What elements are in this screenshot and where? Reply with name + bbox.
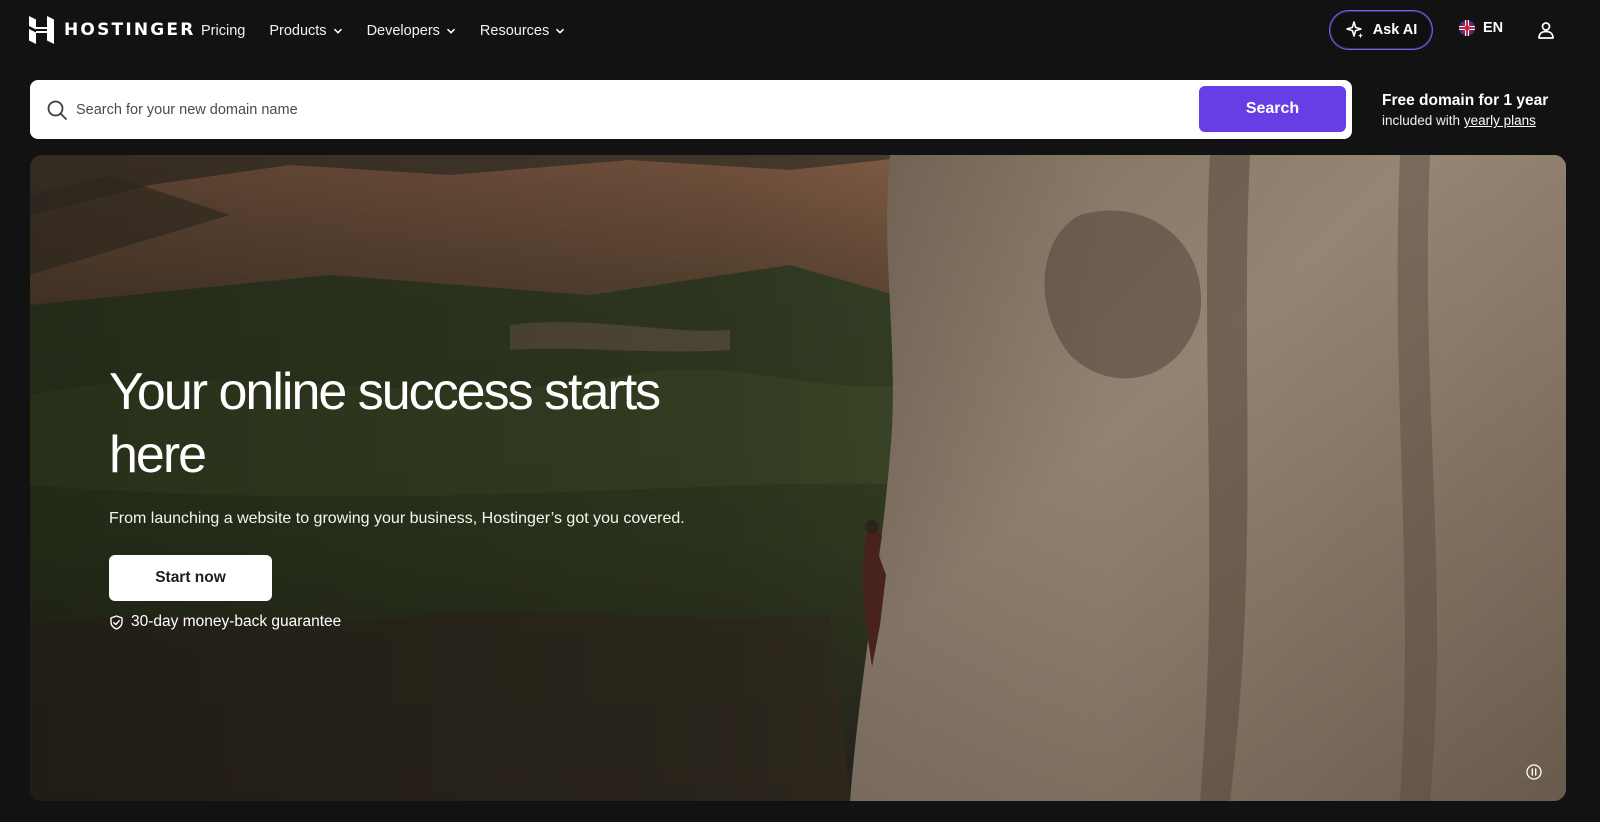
pause-icon[interactable] xyxy=(1526,764,1542,780)
ask-ai-button[interactable]: Ask AI xyxy=(1329,10,1433,50)
promo-text-label: included with xyxy=(1382,113,1461,128)
domain-search-input[interactable] xyxy=(76,94,1216,126)
domain-search-bar: Search xyxy=(30,80,1352,139)
chevron-down-icon xyxy=(333,28,342,34)
hero-subtitle: From launching a website to growing your… xyxy=(109,510,685,527)
money-back-guarantee: 30-day money-back guarantee xyxy=(109,613,341,631)
language-label: EN xyxy=(1483,20,1504,36)
shield-check-icon xyxy=(110,614,123,630)
nav-item-developers[interactable]: Developers xyxy=(367,20,456,42)
free-domain-promo: Free domain for 1 year included with yea… xyxy=(1382,91,1582,131)
nav-item-label: Products xyxy=(269,23,327,39)
nav-item-label: Pricing xyxy=(201,23,246,39)
nav-item-resources[interactable]: Resources xyxy=(480,20,565,42)
hero-section: Your online success starts here From lau… xyxy=(30,155,1566,801)
sparkle-icon xyxy=(1345,21,1363,39)
yearly-plans-link[interactable]: yearly plans xyxy=(1464,113,1536,128)
uk-flag-icon xyxy=(1459,20,1475,36)
promo-title: Free domain for 1 year xyxy=(1382,92,1549,109)
promo-text: included with yearly plans xyxy=(1382,111,1582,131)
nav-item-label: Resources xyxy=(479,23,550,39)
chevron-down-icon xyxy=(556,28,565,34)
main-menu: Pricing Products Developers Resources xyxy=(201,20,589,42)
search-button[interactable]: Search xyxy=(1199,86,1346,132)
chevron-down-icon xyxy=(446,28,455,34)
ask-ai-label: Ask AI xyxy=(1372,22,1418,38)
user-icon[interactable] xyxy=(1536,20,1556,40)
nav-item-pricing[interactable]: Pricing xyxy=(201,20,245,42)
search-icon xyxy=(47,100,67,120)
brand-logo[interactable]: HOSTINGER xyxy=(29,16,196,44)
guarantee-text: 30-day money-back guarantee xyxy=(131,613,342,630)
language-selector[interactable]: EN xyxy=(1459,20,1503,36)
hero-title: Your online success starts here xyxy=(109,363,661,484)
top-navigation: HOSTINGER Pricing Products Developers Re… xyxy=(0,0,1600,62)
nav-item-label: Developers xyxy=(366,23,440,39)
nav-item-products[interactable]: Products xyxy=(269,20,342,42)
start-now-button[interactable]: Start now xyxy=(109,555,272,601)
hostinger-logo-icon xyxy=(29,16,54,44)
brand-name: HOSTINGER xyxy=(64,20,196,40)
